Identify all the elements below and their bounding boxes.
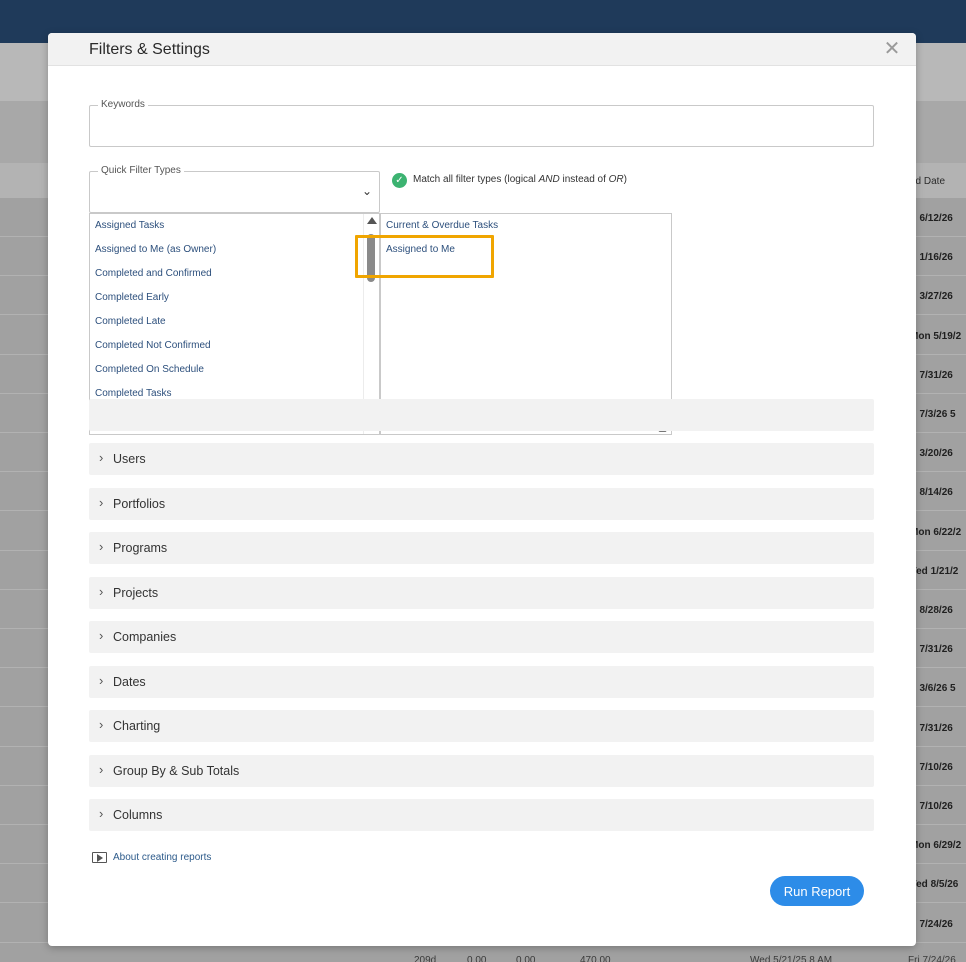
end-date-cell: Mon 5/19/2 bbox=[910, 330, 962, 342]
table-cell: 0.00 bbox=[516, 955, 536, 962]
list-item[interactable]: Completed Late bbox=[95, 316, 166, 327]
section-dates[interactable]: › Dates bbox=[89, 665, 874, 698]
section-label: Charting bbox=[113, 719, 161, 733]
keywords-field[interactable]: Keywords bbox=[89, 99, 874, 147]
chevron-right-icon: › bbox=[99, 672, 104, 688]
end-date-cell: ri 7/24/26 bbox=[910, 918, 953, 930]
section-columns[interactable]: › Columns bbox=[89, 799, 874, 831]
list-item[interactable]: Assigned Tasks bbox=[95, 220, 164, 231]
end-date-cell: ri 7/10/26 bbox=[910, 801, 953, 812]
section-label: Dates bbox=[113, 674, 146, 689]
end-date-cell: Mon 6/29/2 bbox=[910, 840, 962, 852]
end-date-cell: ri 7/31/26 bbox=[910, 644, 953, 656]
section-label: Projects bbox=[113, 585, 159, 600]
end-date-cell: ri 7/3/26 5 bbox=[910, 409, 956, 420]
end-date-cell: Ved 8/5/26 bbox=[910, 879, 959, 891]
end-date-cell: Mon 6/22/2 bbox=[910, 526, 962, 538]
quick-filter-types-legend: Quick Filter Types bbox=[98, 165, 184, 176]
section-programs[interactable]: › Programs bbox=[89, 532, 874, 564]
keywords-input[interactable] bbox=[96, 114, 866, 140]
checkmark-circle-icon[interactable]: ✓ bbox=[392, 173, 407, 188]
modal-header: Filters & Settings ✕ bbox=[48, 33, 916, 66]
table-cell: 0.00 bbox=[467, 955, 487, 962]
section-label: Group By & Sub Totals bbox=[113, 763, 240, 778]
table-cell: Wed 5/21/25 8 AM bbox=[750, 955, 833, 962]
chevron-right-icon: › bbox=[99, 583, 104, 599]
table-cell: 209d bbox=[414, 955, 437, 962]
scrollbar-thumb[interactable] bbox=[367, 234, 375, 282]
section-label: Users bbox=[113, 452, 146, 466]
list-item[interactable]: Completed Early bbox=[95, 292, 169, 303]
end-date-cell: ri 6/12/26 bbox=[910, 213, 953, 224]
end-date-cell: ri 7/31/26 bbox=[910, 722, 953, 734]
run-report-button[interactable]: Run Report bbox=[770, 876, 864, 906]
section-users[interactable]: › Users bbox=[89, 443, 874, 475]
list-item[interactable]: Current & Overdue Tasks bbox=[386, 220, 498, 231]
end-date-cell: ri 7/31/26 bbox=[910, 369, 953, 381]
section-label: Columns bbox=[113, 808, 163, 822]
match-all-label: Match all filter types (logical AND inst… bbox=[413, 174, 627, 185]
chevron-right-icon: › bbox=[99, 450, 104, 465]
chevron-right-icon: › bbox=[99, 806, 104, 821]
section-label: Portfolios bbox=[113, 496, 166, 511]
chevron-right-icon: › bbox=[99, 494, 104, 510]
table-cell: 470.00 bbox=[580, 955, 611, 962]
section-portfolios[interactable]: › Portfolios bbox=[89, 487, 874, 520]
scroll-up-arrow-icon[interactable] bbox=[367, 217, 377, 224]
section-projects[interactable]: › Projects bbox=[89, 576, 874, 609]
list-item[interactable]: Completed Tasks bbox=[95, 388, 172, 399]
section-group-by-sub-totals[interactable]: › Group By & Sub Totals bbox=[89, 754, 874, 787]
end-date-cell: ri 3/6/26 5 bbox=[910, 683, 956, 695]
section-hidden[interactable] bbox=[89, 399, 874, 431]
section-charting[interactable]: › Charting bbox=[89, 710, 874, 742]
section-label: Programs bbox=[113, 541, 168, 555]
end-date-cell: ri 3/27/26 bbox=[910, 291, 953, 303]
close-icon[interactable]: ✕ bbox=[881, 37, 903, 61]
end-date-cell: ri 8/14/26 bbox=[910, 487, 953, 499]
list-item[interactable]: Completed Not Confirmed bbox=[95, 340, 211, 351]
chevron-right-icon: › bbox=[99, 628, 104, 643]
end-date-cell: ri 1/16/26 bbox=[910, 252, 953, 264]
end-date-cell: ri 3/20/26 bbox=[910, 448, 953, 460]
chevron-right-icon: › bbox=[99, 539, 104, 554]
section-companies[interactable]: › Companies bbox=[89, 621, 874, 653]
chevron-down-icon[interactable]: ⌄ bbox=[362, 184, 372, 198]
table-cell: Fri 7/24/26 bbox=[908, 955, 956, 962]
chevron-right-icon: › bbox=[99, 761, 104, 777]
filters-settings-modal: Filters & Settings ✕ Keywords Quick Filt… bbox=[48, 33, 916, 946]
list-item[interactable]: Completed On Schedule bbox=[95, 364, 204, 375]
play-video-icon bbox=[92, 852, 107, 863]
section-label: Companies bbox=[113, 630, 177, 644]
about-link-text: About creating reports bbox=[113, 852, 212, 863]
chevron-right-icon: › bbox=[99, 717, 104, 732]
list-item[interactable]: Assigned to Me (as Owner) bbox=[95, 244, 216, 255]
list-item[interactable]: Assigned to Me bbox=[386, 244, 455, 255]
quick-filter-types-select[interactable]: Quick Filter Types ⌄ bbox=[89, 165, 380, 213]
keywords-legend: Keywords bbox=[98, 99, 148, 110]
end-date-cell: ri 7/10/26 bbox=[910, 761, 953, 773]
end-date-cell: Ved 1/21/2 bbox=[910, 565, 959, 577]
list-item[interactable]: Completed and Confirmed bbox=[95, 268, 212, 279]
end-date-cell: ri 8/28/26 bbox=[910, 605, 953, 616]
modal-title: Filters & Settings bbox=[89, 41, 210, 58]
